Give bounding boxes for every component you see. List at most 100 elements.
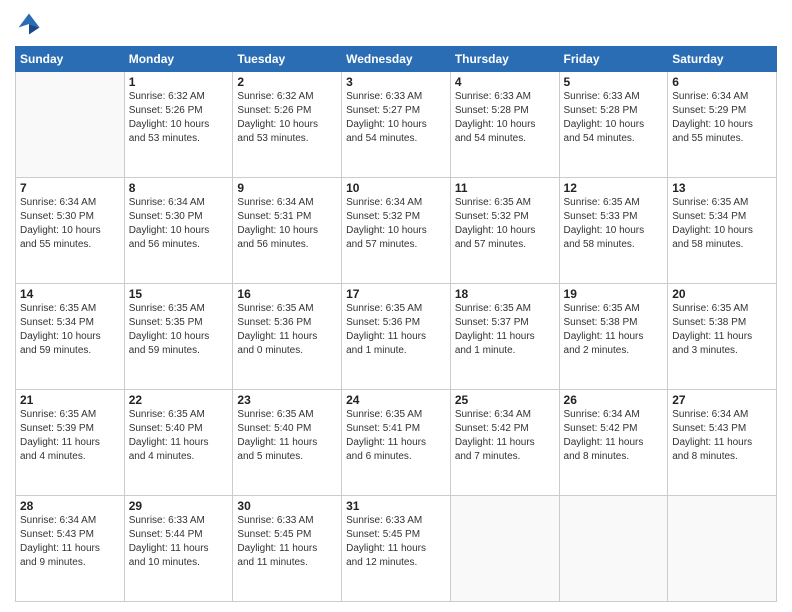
cell-line: and 59 minutes. bbox=[20, 344, 120, 358]
cell-line: Daylight: 10 hours bbox=[129, 118, 229, 132]
cell-line: Sunrise: 6:34 AM bbox=[672, 90, 772, 104]
cell-line: and 7 minutes. bbox=[455, 450, 555, 464]
cell-line: Sunset: 5:41 PM bbox=[346, 422, 446, 436]
cell-line: Sunrise: 6:33 AM bbox=[346, 90, 446, 104]
cell-line: Sunrise: 6:34 AM bbox=[20, 514, 120, 528]
cell-line: Daylight: 11 hours bbox=[237, 436, 337, 450]
calendar-cell: 30Sunrise: 6:33 AMSunset: 5:45 PMDayligh… bbox=[233, 496, 342, 602]
calendar-cell: 16Sunrise: 6:35 AMSunset: 5:36 PMDayligh… bbox=[233, 284, 342, 390]
cell-line: Sunrise: 6:35 AM bbox=[129, 408, 229, 422]
calendar-day-header: Monday bbox=[124, 47, 233, 72]
cell-line: and 59 minutes. bbox=[129, 344, 229, 358]
cell-line: Sunset: 5:36 PM bbox=[237, 316, 337, 330]
calendar-cell: 14Sunrise: 6:35 AMSunset: 5:34 PMDayligh… bbox=[16, 284, 125, 390]
cell-line: Sunrise: 6:34 AM bbox=[346, 196, 446, 210]
day-number: 17 bbox=[346, 287, 446, 301]
cell-line: Daylight: 11 hours bbox=[237, 330, 337, 344]
cell-line: and 1 minute. bbox=[346, 344, 446, 358]
cell-line: Daylight: 11 hours bbox=[455, 330, 555, 344]
day-number: 3 bbox=[346, 75, 446, 89]
cell-line: Daylight: 10 hours bbox=[672, 118, 772, 132]
cell-line: Daylight: 10 hours bbox=[346, 118, 446, 132]
calendar-cell: 28Sunrise: 6:34 AMSunset: 5:43 PMDayligh… bbox=[16, 496, 125, 602]
cell-line: Sunrise: 6:34 AM bbox=[129, 196, 229, 210]
day-number: 30 bbox=[237, 499, 337, 513]
cell-line: Sunset: 5:32 PM bbox=[455, 210, 555, 224]
page: SundayMondayTuesdayWednesdayThursdayFrid… bbox=[0, 0, 792, 612]
cell-line: Sunset: 5:42 PM bbox=[455, 422, 555, 436]
calendar-week-row: 1Sunrise: 6:32 AMSunset: 5:26 PMDaylight… bbox=[16, 72, 777, 178]
day-number: 22 bbox=[129, 393, 229, 407]
day-number: 16 bbox=[237, 287, 337, 301]
calendar-cell: 20Sunrise: 6:35 AMSunset: 5:38 PMDayligh… bbox=[668, 284, 777, 390]
calendar-day-header: Friday bbox=[559, 47, 668, 72]
day-number: 9 bbox=[237, 181, 337, 195]
calendar-cell: 8Sunrise: 6:34 AMSunset: 5:30 PMDaylight… bbox=[124, 178, 233, 284]
day-number: 12 bbox=[564, 181, 664, 195]
cell-line: Daylight: 11 hours bbox=[346, 330, 446, 344]
cell-line: Sunrise: 6:35 AM bbox=[346, 302, 446, 316]
cell-line: and 57 minutes. bbox=[346, 238, 446, 252]
calendar-cell: 9Sunrise: 6:34 AMSunset: 5:31 PMDaylight… bbox=[233, 178, 342, 284]
calendar-cell bbox=[450, 496, 559, 602]
cell-line: Sunset: 5:38 PM bbox=[564, 316, 664, 330]
calendar-week-row: 7Sunrise: 6:34 AMSunset: 5:30 PMDaylight… bbox=[16, 178, 777, 284]
cell-line: Daylight: 11 hours bbox=[564, 436, 664, 450]
cell-line: Sunset: 5:43 PM bbox=[20, 528, 120, 542]
cell-line: Daylight: 11 hours bbox=[237, 542, 337, 556]
cell-line: and 8 minutes. bbox=[564, 450, 664, 464]
calendar-table: SundayMondayTuesdayWednesdayThursdayFrid… bbox=[15, 46, 777, 602]
day-number: 10 bbox=[346, 181, 446, 195]
cell-line: Sunrise: 6:35 AM bbox=[672, 196, 772, 210]
cell-line: and 55 minutes. bbox=[20, 238, 120, 252]
calendar-cell: 17Sunrise: 6:35 AMSunset: 5:36 PMDayligh… bbox=[342, 284, 451, 390]
day-number: 19 bbox=[564, 287, 664, 301]
cell-line: Daylight: 11 hours bbox=[346, 436, 446, 450]
calendar-cell: 31Sunrise: 6:33 AMSunset: 5:45 PMDayligh… bbox=[342, 496, 451, 602]
day-number: 1 bbox=[129, 75, 229, 89]
cell-line: Daylight: 11 hours bbox=[129, 542, 229, 556]
calendar-cell: 2Sunrise: 6:32 AMSunset: 5:26 PMDaylight… bbox=[233, 72, 342, 178]
cell-line: and 54 minutes. bbox=[346, 132, 446, 146]
cell-line: Sunset: 5:40 PM bbox=[129, 422, 229, 436]
cell-line: Daylight: 10 hours bbox=[346, 224, 446, 238]
cell-line: Daylight: 10 hours bbox=[237, 118, 337, 132]
calendar-week-row: 21Sunrise: 6:35 AMSunset: 5:39 PMDayligh… bbox=[16, 390, 777, 496]
cell-line: Sunrise: 6:35 AM bbox=[20, 302, 120, 316]
cell-line: and 58 minutes. bbox=[672, 238, 772, 252]
cell-line: and 53 minutes. bbox=[129, 132, 229, 146]
day-number: 27 bbox=[672, 393, 772, 407]
cell-line: Sunset: 5:43 PM bbox=[672, 422, 772, 436]
cell-line: Daylight: 10 hours bbox=[237, 224, 337, 238]
cell-line: and 56 minutes. bbox=[129, 238, 229, 252]
cell-line: Sunset: 5:34 PM bbox=[672, 210, 772, 224]
calendar-cell: 13Sunrise: 6:35 AMSunset: 5:34 PMDayligh… bbox=[668, 178, 777, 284]
day-number: 5 bbox=[564, 75, 664, 89]
cell-line: and 12 minutes. bbox=[346, 556, 446, 570]
day-number: 29 bbox=[129, 499, 229, 513]
cell-line: Sunrise: 6:35 AM bbox=[129, 302, 229, 316]
day-number: 26 bbox=[564, 393, 664, 407]
cell-line: Daylight: 11 hours bbox=[672, 330, 772, 344]
cell-line: Daylight: 10 hours bbox=[564, 224, 664, 238]
cell-line: Daylight: 11 hours bbox=[129, 436, 229, 450]
cell-line: Daylight: 11 hours bbox=[346, 542, 446, 556]
calendar-cell bbox=[559, 496, 668, 602]
calendar-day-header: Thursday bbox=[450, 47, 559, 72]
cell-line: Sunrise: 6:32 AM bbox=[237, 90, 337, 104]
cell-line: Sunset: 5:26 PM bbox=[237, 104, 337, 118]
cell-line: Sunrise: 6:35 AM bbox=[564, 196, 664, 210]
day-number: 20 bbox=[672, 287, 772, 301]
cell-line: Sunset: 5:34 PM bbox=[20, 316, 120, 330]
cell-line: Sunrise: 6:35 AM bbox=[455, 302, 555, 316]
calendar-cell: 6Sunrise: 6:34 AMSunset: 5:29 PMDaylight… bbox=[668, 72, 777, 178]
day-number: 31 bbox=[346, 499, 446, 513]
cell-line: Sunrise: 6:33 AM bbox=[346, 514, 446, 528]
calendar-cell: 15Sunrise: 6:35 AMSunset: 5:35 PMDayligh… bbox=[124, 284, 233, 390]
cell-line: Daylight: 11 hours bbox=[672, 436, 772, 450]
cell-line: and 11 minutes. bbox=[237, 556, 337, 570]
cell-line: Sunset: 5:45 PM bbox=[237, 528, 337, 542]
cell-line: Daylight: 11 hours bbox=[20, 436, 120, 450]
cell-line: Sunset: 5:31 PM bbox=[237, 210, 337, 224]
calendar-cell: 22Sunrise: 6:35 AMSunset: 5:40 PMDayligh… bbox=[124, 390, 233, 496]
